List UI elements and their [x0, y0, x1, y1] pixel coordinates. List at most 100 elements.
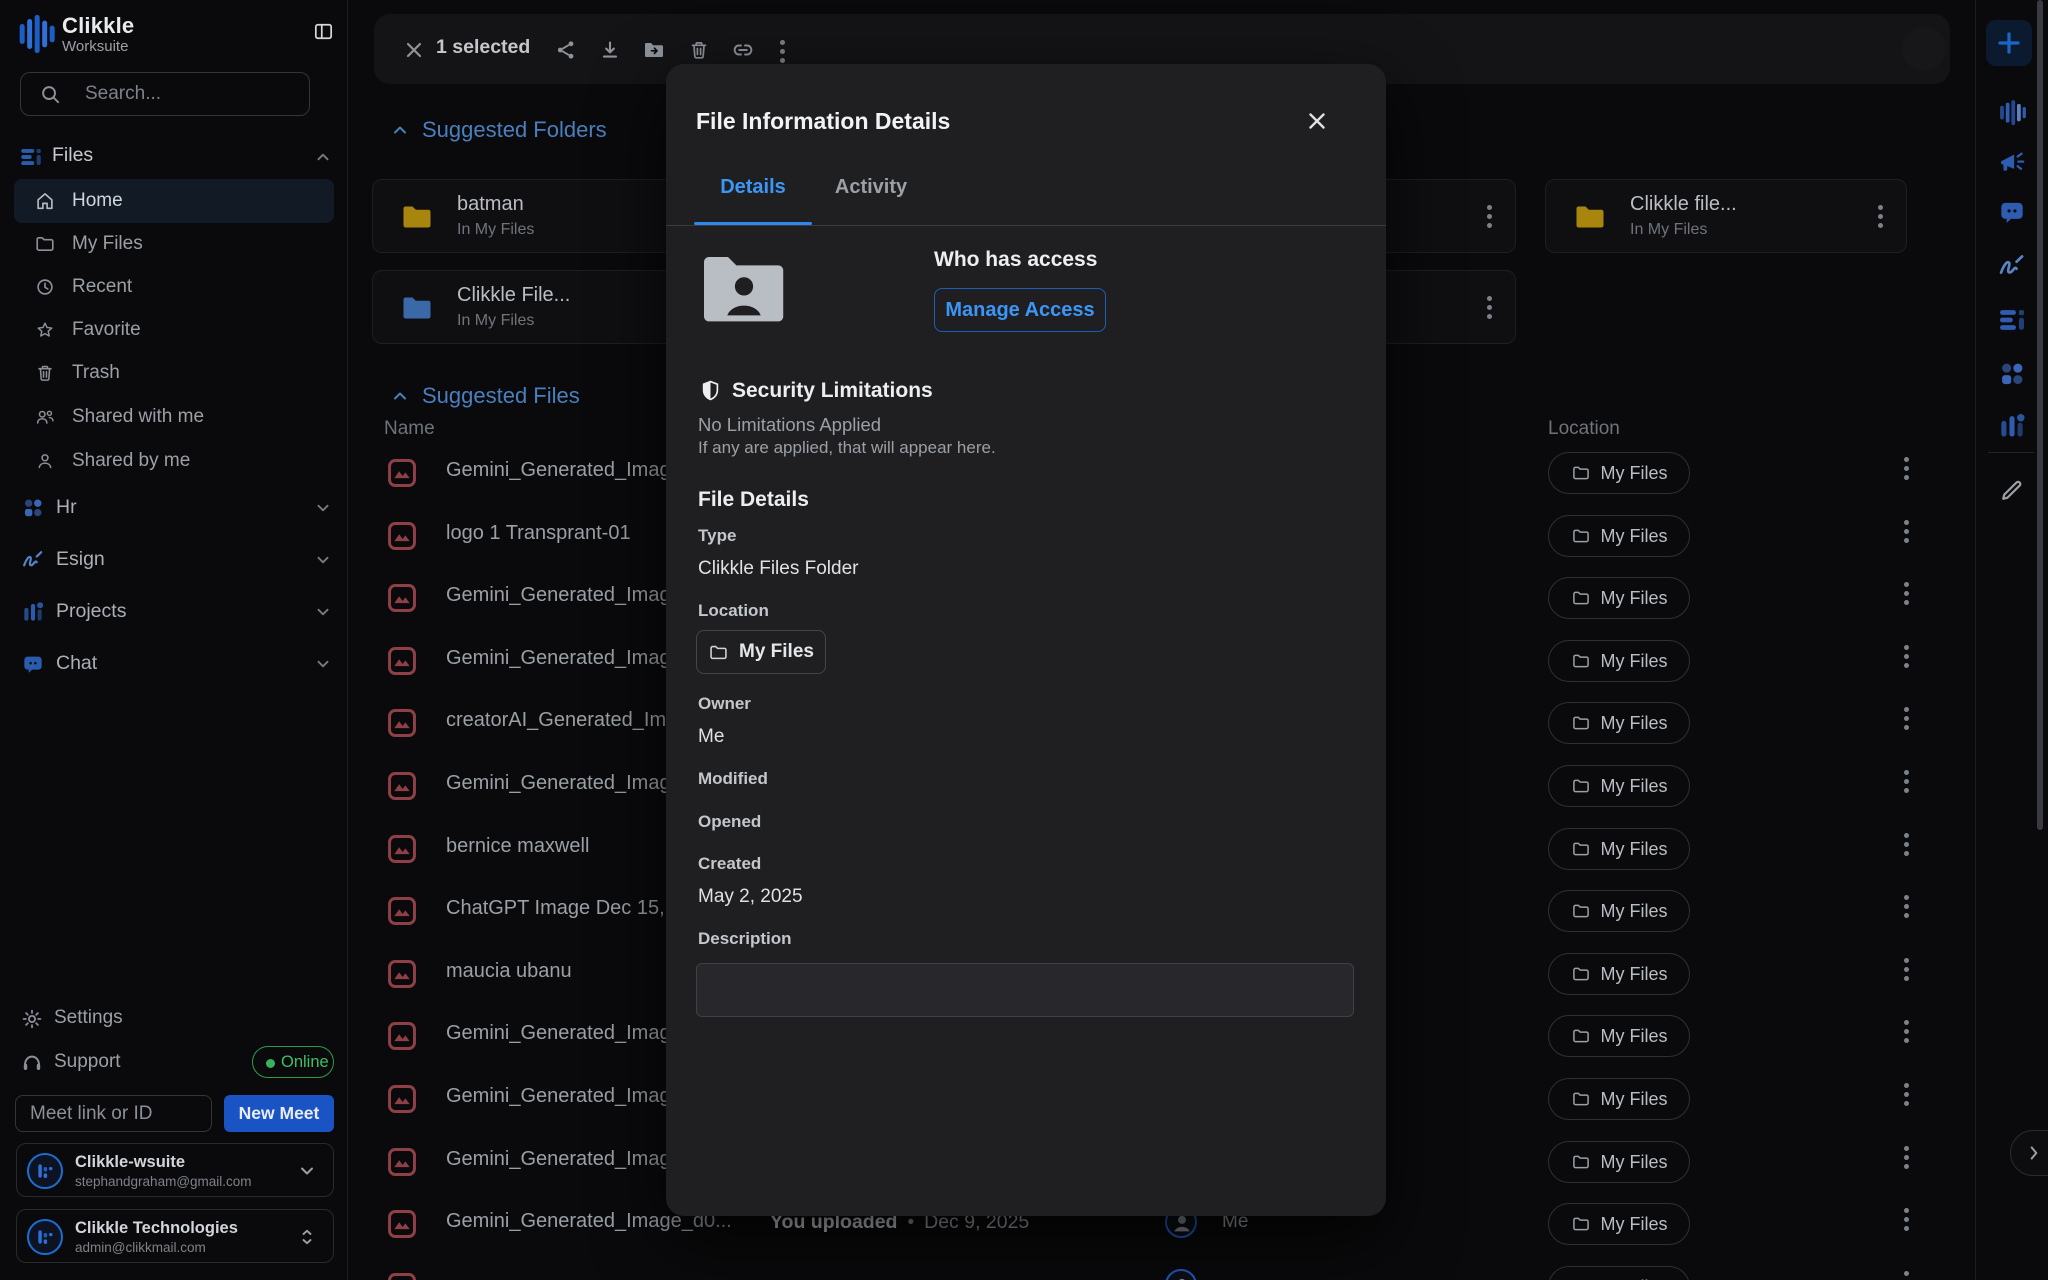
location-chip[interactable]: My Files: [1548, 890, 1690, 932]
location-chip[interactable]: My Files: [1548, 702, 1690, 744]
folder-icon: [397, 290, 437, 326]
description-input[interactable]: [696, 963, 1354, 1017]
type-value: Clikkle Files Folder: [698, 558, 858, 580]
expand-panel-button[interactable]: [2010, 1130, 2048, 1176]
move-to-folder-icon[interactable]: [642, 38, 666, 62]
chevron-down-icon: [295, 1159, 319, 1183]
plus-icon[interactable]: [1986, 20, 2032, 66]
file-row[interactable]: • My Files: [372, 1256, 1956, 1280]
location-chip[interactable]: My Files: [1548, 1078, 1690, 1120]
security-line1: No Limitations Applied: [698, 414, 881, 436]
hr-icon[interactable]: [1992, 354, 2032, 394]
scrollbar-thumb[interactable]: [2037, 0, 2043, 830]
files-icon[interactable]: [1992, 300, 2032, 340]
more-options-icon[interactable]: [1487, 292, 1493, 323]
settings-label: Settings: [54, 1007, 123, 1029]
location-chip[interactable]: My Files: [1548, 515, 1690, 557]
megaphone-icon[interactable]: [1992, 143, 2032, 183]
more-options-icon[interactable]: [1904, 1142, 1910, 1173]
meet-link-input[interactable]: [15, 1095, 212, 1132]
image-file-icon: [385, 1207, 419, 1241]
location-chip[interactable]: My Files: [1548, 577, 1690, 619]
more-options-icon[interactable]: [1904, 954, 1910, 985]
location-chip-label: My Files: [1601, 463, 1668, 484]
account-card-primary[interactable]: Clikkle-wsuite stephandgraham@gmail.com: [16, 1143, 334, 1197]
chevron-right-icon: [2023, 1142, 2045, 1164]
sidebar-item-label: Shared with me: [72, 406, 204, 428]
chat-bot-icon[interactable]: [1992, 192, 2032, 232]
sidebar-toggle-icon[interactable]: [312, 20, 335, 43]
more-options-icon[interactable]: [1904, 829, 1910, 860]
copy-link-icon[interactable]: [731, 38, 755, 62]
chevron-down-icon: [312, 549, 334, 571]
manage-access-button[interactable]: Manage Access: [934, 288, 1106, 332]
sidebar-item-recent[interactable]: Recent: [14, 265, 334, 309]
more-options-icon[interactable]: [1904, 891, 1910, 922]
more-options-icon[interactable]: [1904, 578, 1910, 609]
folder-card[interactable]: Clikkle file... In My Files: [1545, 179, 1907, 253]
sidebar-section-chat[interactable]: Chat: [0, 641, 348, 689]
more-options-icon[interactable]: [1904, 1204, 1910, 1235]
location-label: Location: [698, 601, 769, 621]
location-chip[interactable]: My Files: [696, 630, 826, 674]
more-options-icon[interactable]: [1878, 201, 1884, 232]
location-chip[interactable]: My Files: [1548, 765, 1690, 807]
sidebar-item-home[interactable]: Home: [14, 179, 334, 223]
close-icon[interactable]: [1297, 101, 1337, 141]
more-options-icon[interactable]: [1904, 641, 1910, 672]
sidebar-item-favorite[interactable]: Favorite: [14, 308, 334, 352]
more-options-icon[interactable]: [1904, 703, 1910, 734]
more-options-icon[interactable]: [1904, 1079, 1910, 1110]
sidebar-item-my-files[interactable]: My Files: [14, 222, 334, 266]
more-options-icon[interactable]: [780, 36, 786, 67]
pencil-icon[interactable]: [1992, 470, 2032, 510]
esign-signature-icon[interactable]: [1992, 246, 2032, 286]
gear-icon: [20, 1007, 44, 1031]
more-options-icon[interactable]: [1904, 453, 1910, 484]
sidebar-section-hr[interactable]: Hr: [0, 485, 348, 533]
location-chip[interactable]: My Files: [1548, 828, 1690, 870]
suggested-files-header[interactable]: Suggested Files: [422, 383, 580, 409]
location-chip[interactable]: My Files: [1548, 640, 1690, 682]
clikkle-bars-icon[interactable]: [1992, 92, 2032, 132]
location-chip[interactable]: My Files: [1548, 1141, 1690, 1183]
location-chip[interactable]: My Files: [1548, 1203, 1690, 1245]
owner-label: Owner: [698, 694, 751, 714]
sidebar-item-shared-with-me[interactable]: Shared with me: [14, 395, 334, 439]
sidebar-item-settings[interactable]: Settings: [0, 998, 348, 1042]
star-icon: [34, 319, 56, 341]
tab-activity[interactable]: Activity: [812, 176, 930, 222]
more-options-icon[interactable]: [1904, 1016, 1910, 1047]
location-chip[interactable]: My Files: [1548, 953, 1690, 995]
projects-icon[interactable]: [1992, 406, 2032, 446]
location-chip-label: My Files: [1601, 1214, 1668, 1235]
search-input[interactable]: [85, 73, 300, 115]
sidebar-item-shared-by-me[interactable]: Shared by me: [14, 439, 334, 483]
delete-icon[interactable]: [687, 38, 711, 62]
share-icon[interactable]: [554, 38, 578, 62]
account-name: Clikkle-wsuite: [75, 1153, 185, 1172]
more-options-icon[interactable]: [1904, 1267, 1910, 1280]
location-chip-label: My Files: [1601, 1089, 1668, 1110]
sidebar-item-label: Shared by me: [72, 450, 190, 472]
suggested-folders-header[interactable]: Suggested Folders: [422, 117, 607, 143]
location-chip-label: My Files: [739, 641, 814, 663]
location-chip[interactable]: My Files: [1548, 1015, 1690, 1057]
more-options-icon[interactable]: [1904, 766, 1910, 797]
toolbar-end-button[interactable]: [1902, 27, 1946, 71]
tab-details[interactable]: Details: [694, 176, 812, 222]
close-selection-icon[interactable]: [402, 38, 426, 62]
online-status-badge[interactable]: Online: [252, 1046, 334, 1078]
sidebar-section-projects[interactable]: Projects: [0, 589, 348, 637]
sidebar-section-esign[interactable]: Esign: [0, 537, 348, 585]
more-options-icon[interactable]: [1487, 201, 1493, 232]
download-icon[interactable]: [598, 38, 622, 62]
account-card-secondary[interactable]: Clikkle Technologies admin@clikkmail.com: [16, 1209, 334, 1263]
location-chip[interactable]: My Files: [1548, 1266, 1690, 1280]
location-chip[interactable]: My Files: [1548, 452, 1690, 494]
new-meet-button[interactable]: New Meet: [224, 1095, 334, 1132]
files-section-header[interactable]: Files: [0, 136, 348, 176]
more-options-icon[interactable]: [1904, 516, 1910, 547]
user-icon: [34, 450, 56, 472]
sidebar-item-trash[interactable]: Trash: [14, 351, 334, 395]
